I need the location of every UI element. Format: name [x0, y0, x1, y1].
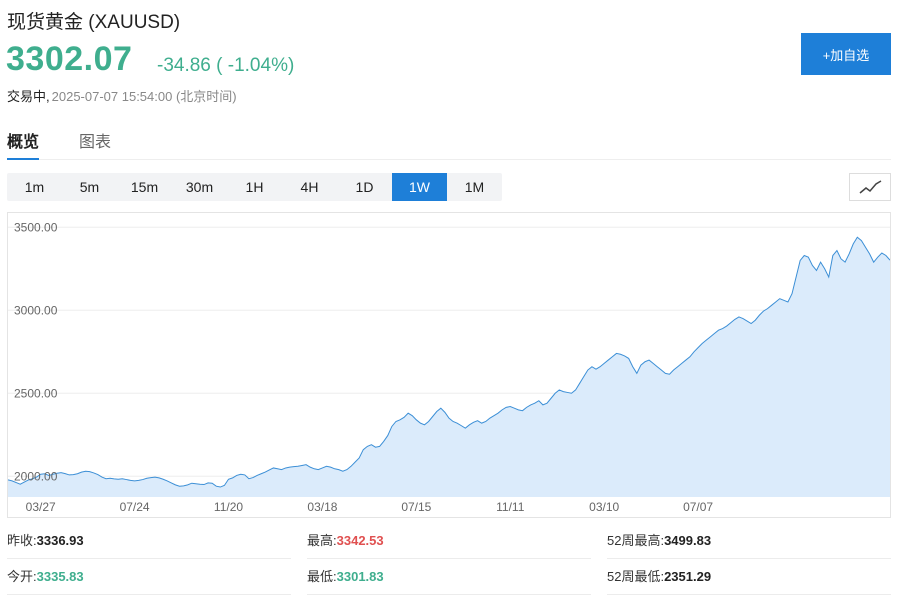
- stat-high: 最高:3342.53: [307, 523, 384, 559]
- y-tick-label: 3000.00: [14, 303, 58, 317]
- x-tick-label: 07/07: [683, 500, 713, 514]
- stat-label: 今开:: [7, 569, 37, 584]
- x-tick-label: 07/24: [120, 500, 150, 514]
- x-tick-label: 11/11: [496, 500, 525, 514]
- x-tick-label: 03/27: [26, 500, 56, 514]
- price-change-percent: ( -1.04%): [216, 55, 295, 76]
- stat-value: 3336.93: [36, 533, 84, 548]
- price-chart[interactable]: 2000.00 2500.00 3000.00 3500.00 03/27 07/24 11…: [7, 212, 891, 518]
- stat-value: 3335.83: [36, 569, 84, 584]
- stat-divider: [607, 558, 891, 559]
- stat-value: 2351.29: [664, 569, 712, 584]
- stat-52w-high: 52周最高:3499.83: [607, 523, 711, 559]
- stat-label: 昨收:: [7, 533, 37, 548]
- x-tick-label: 07/15: [401, 500, 431, 514]
- stat-label: 52周最低:: [607, 569, 665, 584]
- price-area: [8, 237, 890, 497]
- interval-1mo[interactable]: 1M: [447, 173, 502, 201]
- stat-divider: [607, 594, 891, 595]
- interval-1m[interactable]: 1m: [7, 173, 62, 201]
- tab-overview[interactable]: 概览: [7, 128, 40, 160]
- instrument-title: 现货黄金 (XAUUSD): [7, 7, 180, 34]
- stat-divider: [7, 558, 291, 559]
- tab-chart[interactable]: 图表: [79, 128, 111, 160]
- add-watchlist-button[interactable]: +加自选: [801, 33, 891, 75]
- y-tick-label: 3500.00: [14, 220, 58, 234]
- y-tick-label: 2000.00: [14, 469, 58, 483]
- x-tick-label: 03/18: [307, 500, 337, 514]
- interval-5m[interactable]: 5m: [62, 173, 117, 201]
- stat-divider: [307, 594, 591, 595]
- trading-status-label: 交易中,: [7, 89, 50, 104]
- interval-selector: 1m 5m 15m 30m 1H 4H 1D 1W 1M: [7, 173, 502, 201]
- interval-30m[interactable]: 30m: [172, 173, 227, 201]
- interval-15m[interactable]: 15m: [117, 173, 172, 201]
- line-chart-icon: [859, 180, 882, 194]
- stat-prev-close: 昨收:3336.93: [7, 523, 84, 559]
- x-tick-label: 11/20: [214, 500, 243, 514]
- trading-timestamp: 2025-07-07 15:54:00 (北京时间): [51, 89, 237, 104]
- price-change-value: -34.86: [157, 55, 211, 76]
- interval-1d[interactable]: 1D: [337, 173, 392, 201]
- trading-status: 交易中, 2025-07-07 15:54:00 (北京时间): [7, 86, 237, 105]
- current-price: 3302.07: [6, 40, 133, 78]
- stat-divider: [307, 558, 591, 559]
- y-tick-label: 2500.00: [14, 386, 58, 400]
- interval-1w[interactable]: 1W: [392, 173, 447, 201]
- stat-value: 3301.83: [336, 569, 384, 584]
- stat-value: 3499.83: [664, 533, 712, 548]
- stat-divider: [7, 594, 291, 595]
- stat-low: 最低:3301.83: [307, 559, 384, 595]
- price-chart-svg: 2000.00 2500.00 3000.00 3500.00 03/27 07/24 11…: [8, 220, 890, 514]
- x-tick-label: 03/10: [589, 500, 619, 514]
- interval-4h[interactable]: 4H: [282, 173, 337, 201]
- stat-label: 52周最高:: [607, 533, 665, 548]
- stat-52w-low: 52周最低:2351.29: [607, 559, 711, 595]
- stat-value: 3342.53: [336, 533, 384, 548]
- instrument-name: 现货黄金: [7, 12, 84, 33]
- instrument-symbol: (XAUUSD): [88, 12, 181, 33]
- stat-open: 今开:3335.83: [7, 559, 84, 595]
- stat-label: 最高:: [307, 533, 337, 548]
- stats-grid: 昨收:3336.93 最高:3342.53 52周最高:3499.83 今开:3…: [7, 523, 891, 595]
- price-change: -34.86 ( -1.04%): [157, 55, 294, 77]
- interval-1h[interactable]: 1H: [227, 173, 282, 201]
- stat-label: 最低:: [307, 569, 337, 584]
- chart-type-toggle[interactable]: [849, 173, 891, 201]
- tab-bar: 概览 图表: [7, 128, 891, 160]
